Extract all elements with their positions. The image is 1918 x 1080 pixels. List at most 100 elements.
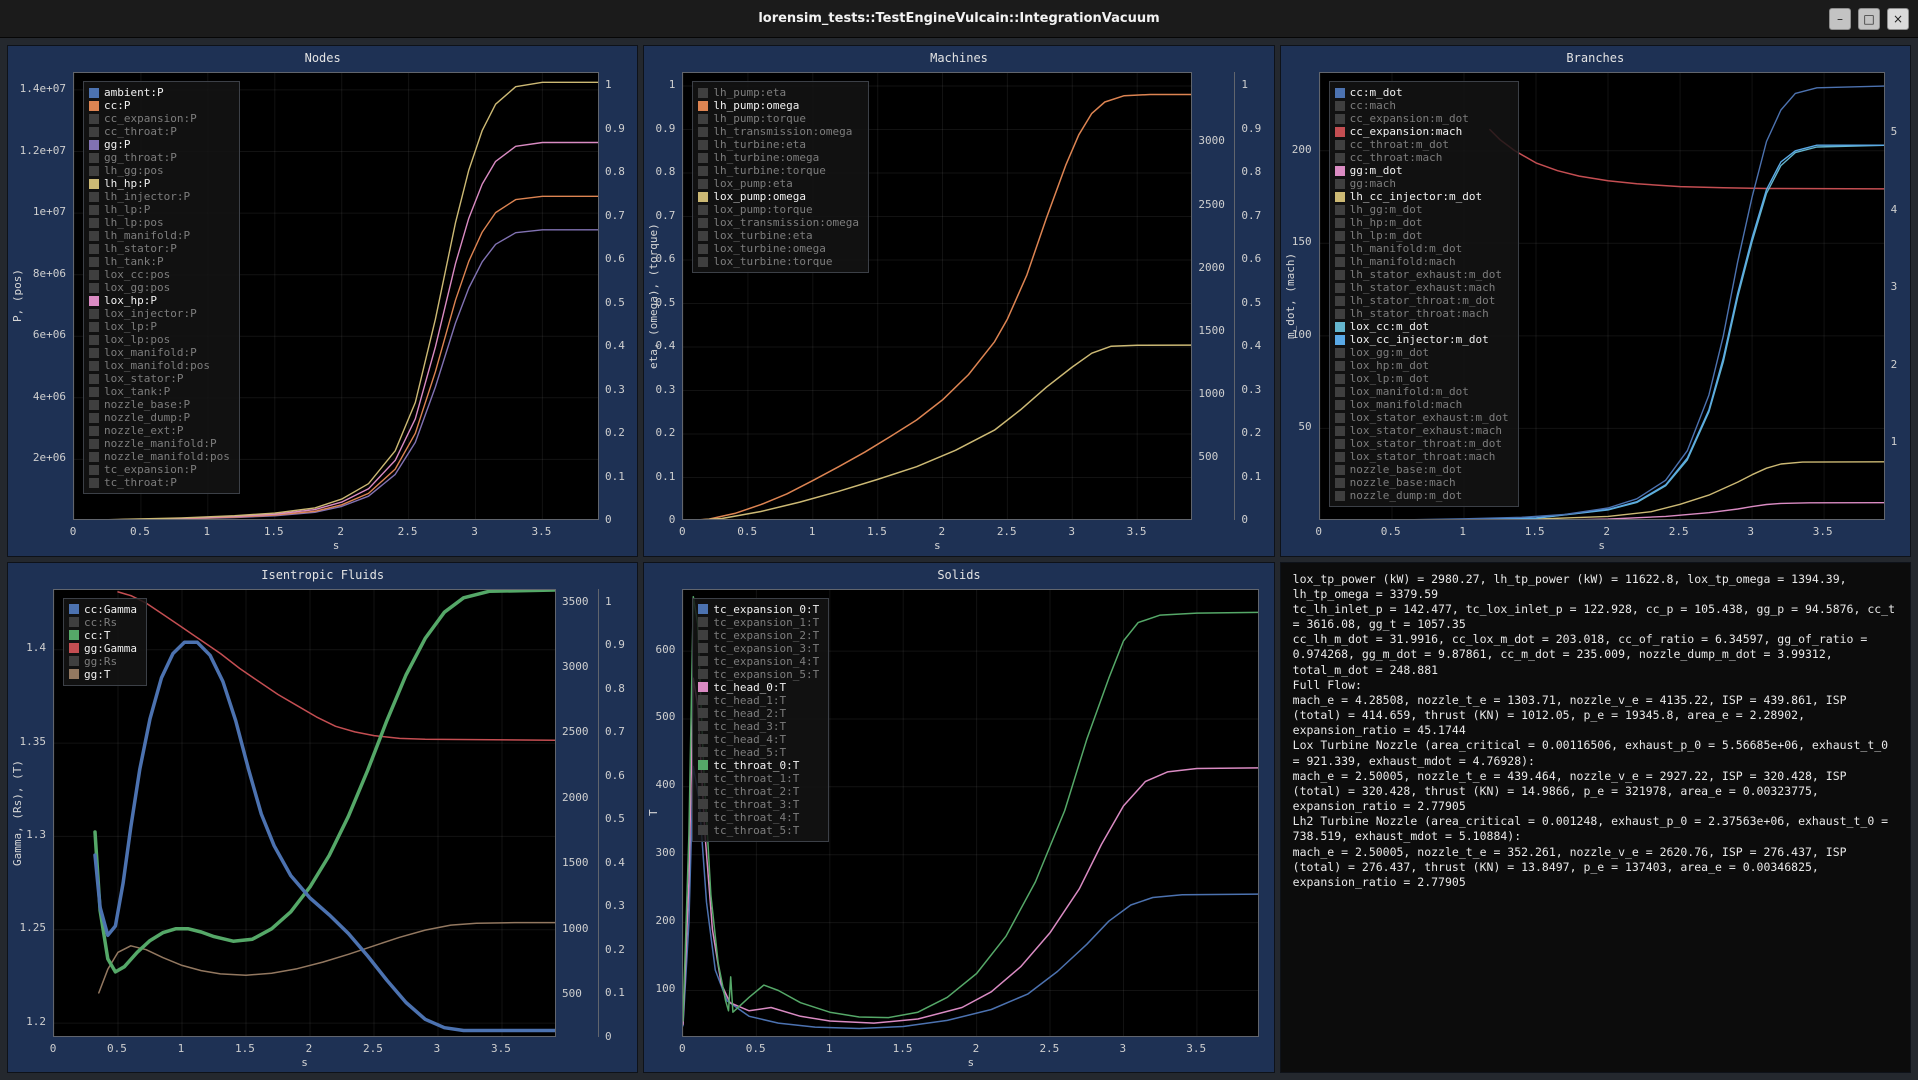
legend-item[interactable]: lh_lp:m_dot xyxy=(1335,229,1509,242)
legend-item[interactable]: cc:P xyxy=(89,99,230,112)
legend-item[interactable]: tc_head_3:T xyxy=(698,720,819,733)
legend-item[interactable]: cc:m_dot xyxy=(1335,86,1509,99)
legend-item[interactable]: lh_stator_exhaust:m_dot xyxy=(1335,268,1509,281)
legend-item[interactable]: lox_tank:P xyxy=(89,385,230,398)
legend-item[interactable]: lh_manifold:mach xyxy=(1335,255,1509,268)
legend-item[interactable]: lh_lp:pos xyxy=(89,216,230,229)
legend-item[interactable]: lh_pump:eta xyxy=(698,86,859,99)
legend-item[interactable]: tc_expansion_4:T xyxy=(698,655,819,668)
legend-item[interactable]: lh_stator:P xyxy=(89,242,230,255)
legend-item[interactable]: nozzle_base:mach xyxy=(1335,476,1509,489)
legend-item[interactable]: cc:mach xyxy=(1335,99,1509,112)
legend-item[interactable]: gg:P xyxy=(89,138,230,151)
legend-item[interactable]: lh_gg:m_dot xyxy=(1335,203,1509,216)
legend-item[interactable]: lh_stator_throat:mach xyxy=(1335,307,1509,320)
legend-item[interactable]: lox_pump:omega xyxy=(698,190,859,203)
legend-item[interactable]: lh_lp:P xyxy=(89,203,230,216)
legend-item[interactable]: lox_cc_injector:m_dot xyxy=(1335,333,1509,346)
legend-item[interactable]: tc_head_1:T xyxy=(698,694,819,707)
legend-item[interactable]: tc_head_5:T xyxy=(698,746,819,759)
legend-item[interactable]: lh_injector:P xyxy=(89,190,230,203)
legend-item[interactable]: nozzle_ext:P xyxy=(89,424,230,437)
legend-item[interactable]: lh_stator_throat:m_dot xyxy=(1335,294,1509,307)
legend-item[interactable]: lh_gg:pos xyxy=(89,164,230,177)
legend-item[interactable]: gg:m_dot xyxy=(1335,164,1509,177)
legend-item[interactable]: tc_throat_1:T xyxy=(698,772,819,785)
legend-item[interactable]: tc_head_2:T xyxy=(698,707,819,720)
legend-item[interactable]: lox_manifold:P xyxy=(89,346,230,359)
legend-item[interactable]: tc_throat_3:T xyxy=(698,798,819,811)
legend-item[interactable]: cc:Gamma xyxy=(69,603,137,616)
legend-item[interactable]: cc:Rs xyxy=(69,616,137,629)
legend-item[interactable]: lox_injector:P xyxy=(89,307,230,320)
legend-item[interactable]: tc_head_0:T xyxy=(698,681,819,694)
titlebar[interactable]: lorensim_tests::TestEngineVulcain::Integ… xyxy=(0,0,1918,38)
legend-item[interactable]: gg_throat:P xyxy=(89,151,230,164)
legend-item[interactable]: lox_manifold:m_dot xyxy=(1335,385,1509,398)
legend-item[interactable]: nozzle_base:P xyxy=(89,398,230,411)
legend-item[interactable]: tc_throat_0:T xyxy=(698,759,819,772)
legend-item[interactable]: tc_head_4:T xyxy=(698,733,819,746)
legend-item[interactable]: cc_throat:P xyxy=(89,125,230,138)
legend-item[interactable]: tc_expansion:P xyxy=(89,463,230,476)
close-button[interactable]: × xyxy=(1887,8,1909,30)
legend-item[interactable]: lh_manifold:m_dot xyxy=(1335,242,1509,255)
legend-item[interactable]: gg:Rs xyxy=(69,655,137,668)
legend-item[interactable]: lox_gg:pos xyxy=(89,281,230,294)
legend-item[interactable]: nozzle_dump:m_dot xyxy=(1335,489,1509,502)
legend-item[interactable]: cc:T xyxy=(69,629,137,642)
legend-item[interactable]: lox_transmission:omega xyxy=(698,216,859,229)
minimize-button[interactable]: – xyxy=(1829,8,1851,30)
legend-item[interactable]: nozzle_manifold:pos xyxy=(89,450,230,463)
legend-item[interactable]: cc_expansion:m_dot xyxy=(1335,112,1509,125)
legend-item[interactable]: lh_pump:torque xyxy=(698,112,859,125)
legend-item[interactable]: lox_lp:m_dot xyxy=(1335,372,1509,385)
legend-item[interactable]: lh_tank:P xyxy=(89,255,230,268)
legend-item[interactable]: lh_turbine:eta xyxy=(698,138,859,151)
legend-item[interactable]: tc_throat_5:T xyxy=(698,824,819,837)
legend-item[interactable]: lox_turbine:omega xyxy=(698,242,859,255)
legend-item[interactable]: lox_turbine:eta xyxy=(698,229,859,242)
legend-item[interactable]: cc_expansion:P xyxy=(89,112,230,125)
legend-item[interactable]: lox_stator:P xyxy=(89,372,230,385)
legend-item[interactable]: nozzle_base:m_dot xyxy=(1335,463,1509,476)
legend-item[interactable]: lh_hp:m_dot xyxy=(1335,216,1509,229)
legend-item[interactable]: lh_stator_exhaust:mach xyxy=(1335,281,1509,294)
legend-item[interactable]: lox_turbine:torque xyxy=(698,255,859,268)
legend-item[interactable]: lox_cc:pos xyxy=(89,268,230,281)
legend-item[interactable]: cc_throat:mach xyxy=(1335,151,1509,164)
legend-item[interactable]: lox_lp:pos xyxy=(89,333,230,346)
legend-item[interactable]: nozzle_manifold:P xyxy=(89,437,230,450)
legend-item[interactable]: lox_manifold:pos xyxy=(89,359,230,372)
legend-item[interactable]: tc_throat_2:T xyxy=(698,785,819,798)
legend-item[interactable]: cc_expansion:mach xyxy=(1335,125,1509,138)
legend-item[interactable]: lh_cc_injector:m_dot xyxy=(1335,190,1509,203)
legend-item[interactable]: tc_expansion_0:T xyxy=(698,603,819,616)
legend-item[interactable]: lh_manifold:P xyxy=(89,229,230,242)
legend-item[interactable]: lox_hp:P xyxy=(89,294,230,307)
legend-item[interactable]: ambient:P xyxy=(89,86,230,99)
legend-item[interactable]: lox_pump:eta xyxy=(698,177,859,190)
legend-item[interactable]: lox_manifold:mach xyxy=(1335,398,1509,411)
legend-item[interactable]: nozzle_dump:P xyxy=(89,411,230,424)
legend-item[interactable]: lox_cc:m_dot xyxy=(1335,320,1509,333)
legend-item[interactable]: gg:Gamma xyxy=(69,642,137,655)
maximize-button[interactable]: □ xyxy=(1858,8,1880,30)
legend-item[interactable]: tc_expansion_1:T xyxy=(698,616,819,629)
legend-item[interactable]: tc_expansion_3:T xyxy=(698,642,819,655)
legend-item[interactable]: cc_throat:m_dot xyxy=(1335,138,1509,151)
legend-item[interactable]: lh_pump:omega xyxy=(698,99,859,112)
legend-item[interactable]: lox_gg:m_dot xyxy=(1335,346,1509,359)
legend-item[interactable]: gg:T xyxy=(69,668,137,681)
legend-item[interactable]: lh_turbine:omega xyxy=(698,151,859,164)
legend-item[interactable]: lox_hp:m_dot xyxy=(1335,359,1509,372)
legend-item[interactable]: lox_lp:P xyxy=(89,320,230,333)
legend-item[interactable]: lox_stator_exhaust:mach xyxy=(1335,424,1509,437)
legend-item[interactable]: lox_stator_throat:mach xyxy=(1335,450,1509,463)
legend-item[interactable]: lh_turbine:torque xyxy=(698,164,859,177)
legend-item[interactable]: lox_stator_throat:m_dot xyxy=(1335,437,1509,450)
legend-item[interactable]: lh_hp:P xyxy=(89,177,230,190)
legend-item[interactable]: lh_transmission:omega xyxy=(698,125,859,138)
legend-item[interactable]: lox_stator_exhaust:m_dot xyxy=(1335,411,1509,424)
legend-item[interactable]: lox_pump:torque xyxy=(698,203,859,216)
